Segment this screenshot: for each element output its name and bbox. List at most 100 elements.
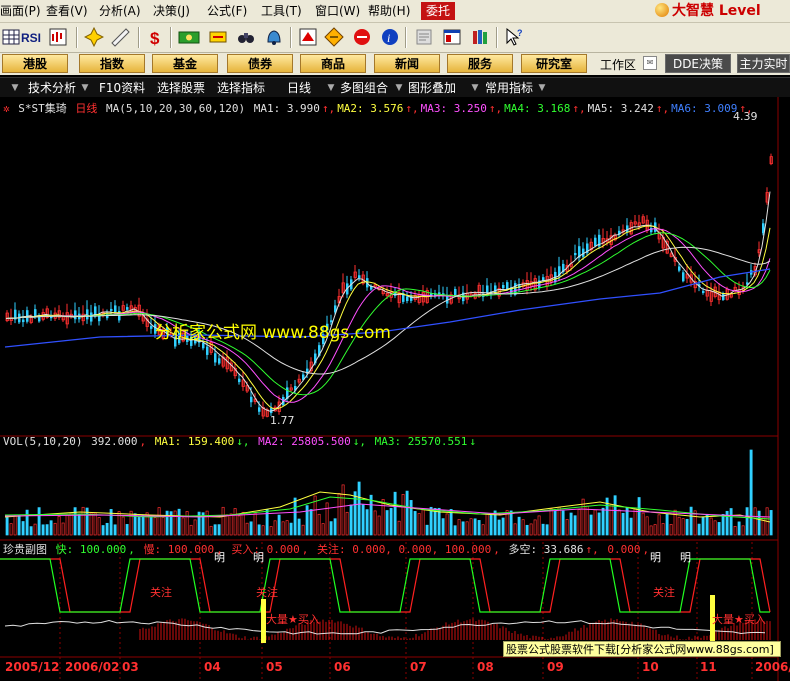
- menu-screen[interactable]: 画面(P): [0, 3, 41, 19]
- dollar-icon[interactable]: $: [146, 27, 166, 47]
- crosshair-icon[interactable]: [84, 27, 104, 47]
- ma-value-1: MA1: 3.990: [253, 102, 320, 115]
- tab-select-stock[interactable]: 选择股票: [157, 80, 205, 96]
- binoculars-icon[interactable]: [236, 27, 256, 47]
- dropdown-arrow-icon[interactable]: ▼: [394, 80, 404, 96]
- help-pointer-icon[interactable]: ?: [504, 27, 524, 47]
- nav-research[interactable]: 研究室: [521, 54, 587, 73]
- volume-bar: [213, 524, 217, 536]
- volume-bar: [497, 519, 501, 536]
- dropdown-arrow-icon[interactable]: ▼: [470, 80, 480, 96]
- volume-bar: [461, 521, 465, 536]
- volume-bar: [453, 525, 457, 536]
- dropdown-arrow-icon[interactable]: ▼: [10, 80, 20, 96]
- date-label: 11: [700, 660, 717, 674]
- nav-hk-stocks[interactable]: 港股: [2, 54, 68, 73]
- menu-analysis[interactable]: 分析(A): [99, 3, 141, 19]
- volume-bar: [29, 526, 33, 536]
- volume-bar: [509, 510, 513, 536]
- volume-bar: [441, 518, 445, 536]
- nav-bond[interactable]: 债券: [227, 54, 293, 73]
- volume-bar: [449, 509, 453, 536]
- nav-news[interactable]: 新闻: [374, 54, 440, 73]
- tab-select-indicator[interactable]: 选择指标: [217, 80, 265, 96]
- volume-bar: [37, 507, 41, 536]
- nav-service[interactable]: 服务: [447, 54, 513, 73]
- nav-fund[interactable]: 基金: [152, 54, 218, 73]
- nav-commodity[interactable]: 商品: [300, 54, 366, 73]
- rsi-icon[interactable]: RSI: [20, 27, 44, 47]
- candle-body: [682, 272, 685, 282]
- tab-technical-analysis[interactable]: 技术分析: [28, 80, 76, 96]
- volume-bar: [429, 506, 433, 536]
- indicator-name: 珍贵副图: [3, 543, 47, 556]
- ming-mark: 明: [680, 551, 691, 564]
- watch-mark: 关注: [256, 585, 278, 599]
- brand-logo: 大智慧 Level: [655, 2, 761, 20]
- books-icon[interactable]: [470, 27, 490, 47]
- tab-overlay[interactable]: 图形叠加: [408, 80, 456, 96]
- diamond-icon[interactable]: [324, 27, 344, 47]
- menu-help[interactable]: 帮助(H): [368, 3, 410, 19]
- watch-mark: 关注: [653, 585, 675, 599]
- dropdown-arrow-icon[interactable]: ▼: [80, 80, 90, 96]
- candle-body: [74, 310, 77, 320]
- window-icon[interactable]: [442, 27, 462, 47]
- candle-body: [22, 319, 25, 323]
- volume-bar: [349, 504, 353, 536]
- volume-bar: [705, 513, 709, 536]
- money-icon[interactable]: [178, 27, 200, 47]
- ruler-icon[interactable]: [110, 27, 130, 47]
- scan-icon[interactable]: [352, 27, 372, 47]
- candle-body: [114, 305, 117, 313]
- volume-bar: [133, 513, 137, 536]
- candle-body: [126, 307, 129, 310]
- volume-bar: [757, 510, 761, 536]
- sector-icon[interactable]: [298, 27, 318, 47]
- volume-bar: [73, 507, 77, 536]
- volume-bar: [217, 524, 221, 536]
- dde-decision-button[interactable]: DDE决策: [665, 54, 731, 73]
- volume-bar: [769, 510, 773, 536]
- workarea-dropdown[interactable]: ✉: [643, 56, 657, 70]
- tab-common-indicator[interactable]: 常用指标: [485, 80, 533, 96]
- date-label: 08: [477, 660, 494, 674]
- volume-bar: [393, 491, 397, 536]
- grid-table-icon[interactable]: [2, 27, 22, 47]
- menu-formula[interactable]: 公式(F): [207, 3, 247, 19]
- menu-tools[interactable]: 工具(T): [261, 3, 302, 19]
- nav-index[interactable]: 指数: [79, 54, 145, 73]
- volume-bar: [729, 508, 733, 536]
- volume-bar: [249, 521, 253, 536]
- stock-chart[interactable]: 1.774.39明明明明关注 关注 关注大量★买入 大量★买入: [0, 97, 790, 681]
- volume-bar: [561, 510, 565, 536]
- volume-bar: [737, 521, 741, 536]
- entrust-button[interactable]: 委托: [421, 2, 455, 20]
- tab-multi-chart[interactable]: 多图组合: [340, 80, 388, 96]
- document-icon[interactable]: [414, 27, 434, 47]
- menu-decision[interactable]: 决策(J): [153, 3, 190, 19]
- info-icon[interactable]: i: [380, 27, 400, 47]
- main-force-button[interactable]: 主力实时: [737, 54, 790, 73]
- volume-bar: [305, 505, 309, 536]
- volume-bar: [541, 523, 545, 536]
- menu-view[interactable]: 查看(V): [46, 3, 88, 19]
- download-banner[interactable]: 股票公式股票软件下载[分析家公式网www.88gs.com]: [503, 641, 781, 657]
- candle-body: [218, 358, 221, 364]
- volume-bar: [425, 524, 429, 536]
- vol-ma3: MA3: 25570.551: [374, 435, 468, 448]
- dropdown-arrow-icon[interactable]: ▼: [326, 80, 336, 96]
- bell-icon[interactable]: [264, 27, 284, 47]
- volume-bar: [433, 508, 437, 536]
- exchange-icon[interactable]: [208, 27, 228, 47]
- candle-body: [258, 407, 261, 412]
- kline-icon[interactable]: [48, 27, 68, 47]
- dropdown-arrow-icon[interactable]: ▼: [537, 80, 547, 96]
- stock-name: S*ST集琦: [18, 102, 67, 115]
- menu-window[interactable]: 窗口(W): [315, 3, 360, 19]
- settings-icon[interactable]: ✲: [3, 102, 10, 115]
- tab-daily[interactable]: 日线: [287, 80, 311, 96]
- tab-f10[interactable]: F10资料: [99, 80, 145, 96]
- volume-bar: [365, 509, 369, 536]
- big-buy-mark: 大量★买入: [712, 612, 766, 626]
